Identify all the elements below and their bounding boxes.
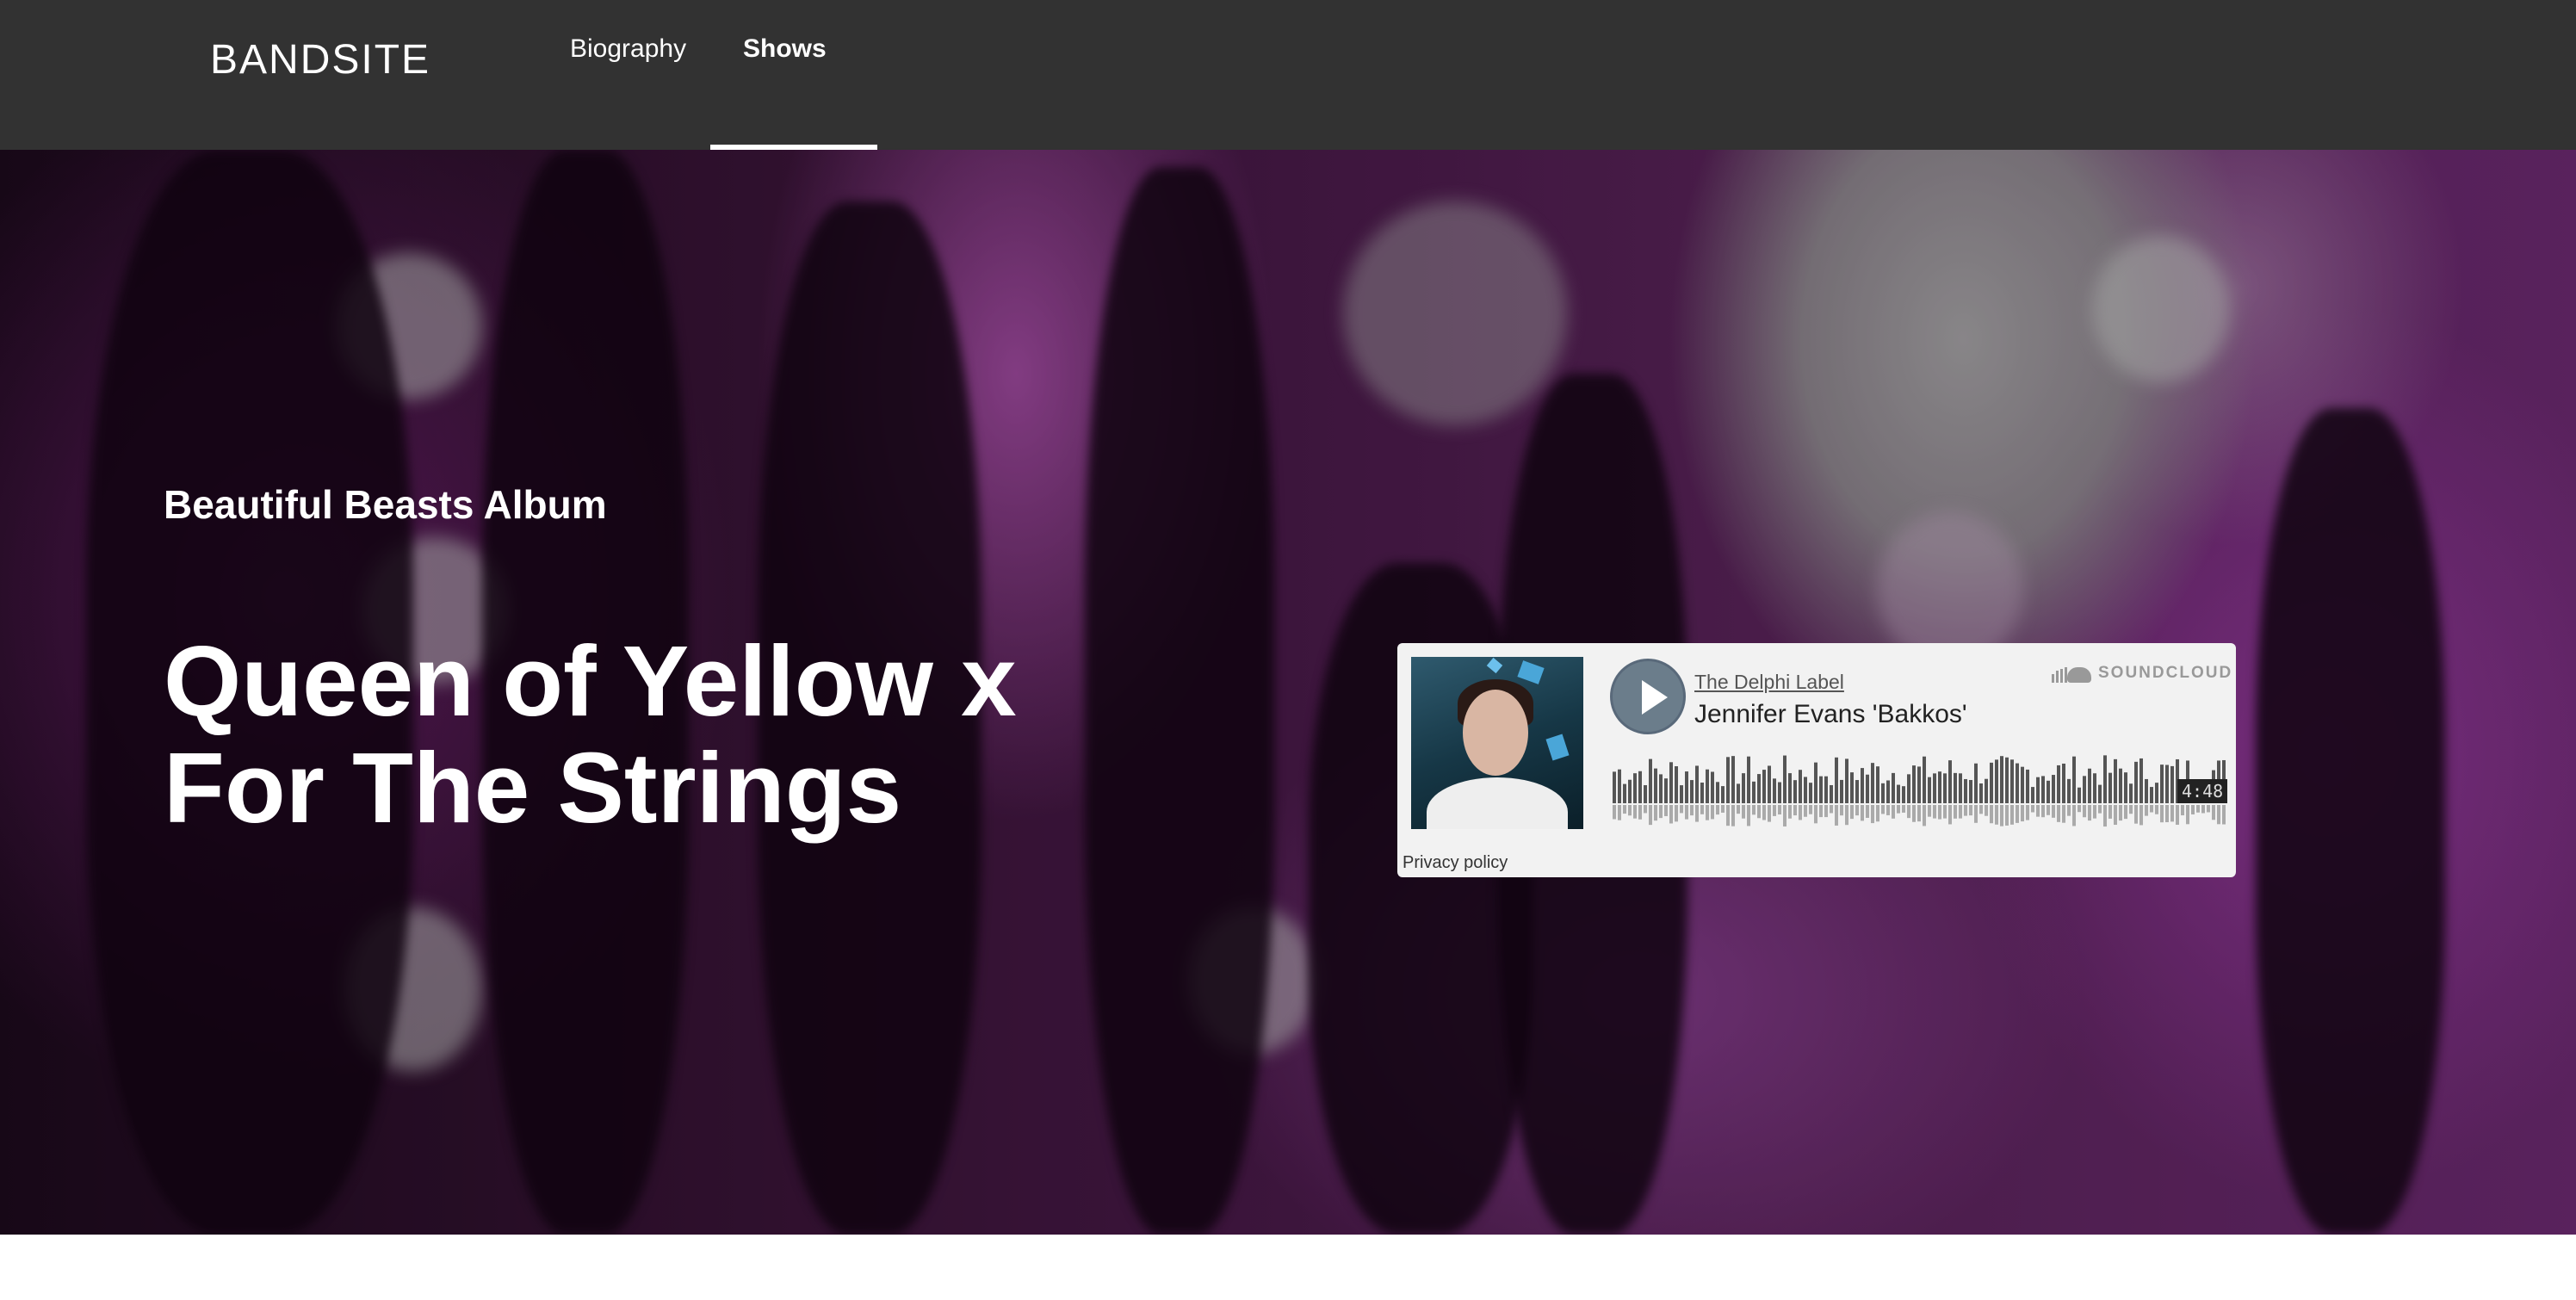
artwork-paper bbox=[1486, 657, 1503, 674]
hero-title-line-2: For The Strings bbox=[164, 732, 902, 844]
artwork-figure-body bbox=[1427, 777, 1568, 829]
track-label-link[interactable]: The Delphi Label bbox=[1694, 671, 1844, 694]
site-header: BANDSITE Biography Shows bbox=[0, 0, 2576, 150]
soundcloud-player: The Delphi Label Jennifer Evans 'Bakkos'… bbox=[1397, 643, 2236, 877]
hero-title-line-1: Queen of Yellow x bbox=[164, 625, 1017, 737]
artwork-figure-face bbox=[1463, 690, 1528, 776]
privacy-policy-link[interactable]: Privacy policy bbox=[1403, 853, 1508, 873]
nav-link-shows[interactable]: Shows bbox=[743, 34, 827, 64]
waveform[interactable] bbox=[1613, 753, 2227, 827]
hero-title: Queen of Yellow x For The Strings bbox=[164, 628, 1197, 841]
track-title[interactable]: Jennifer Evans 'Bakkos' bbox=[1694, 700, 1967, 729]
track-duration: 4:48 bbox=[2177, 779, 2228, 803]
play-icon[interactable] bbox=[1610, 659, 1686, 734]
soundcloud-brand-text: SOUNDCLOUD bbox=[2098, 664, 2233, 682]
artwork-paper bbox=[1517, 660, 1545, 684]
artwork-paper bbox=[1545, 734, 1570, 761]
site-logo[interactable]: BANDSITE bbox=[210, 36, 430, 84]
track-artwork[interactable] bbox=[1411, 657, 1583, 829]
nav-link-biography[interactable]: Biography bbox=[570, 34, 686, 64]
hero-subtitle: Beautiful Beasts Album bbox=[164, 482, 607, 527]
soundcloud-logo[interactable]: SOUNDCLOUD bbox=[2052, 664, 2232, 683]
soundcloud-cloud-icon bbox=[2052, 664, 2091, 683]
